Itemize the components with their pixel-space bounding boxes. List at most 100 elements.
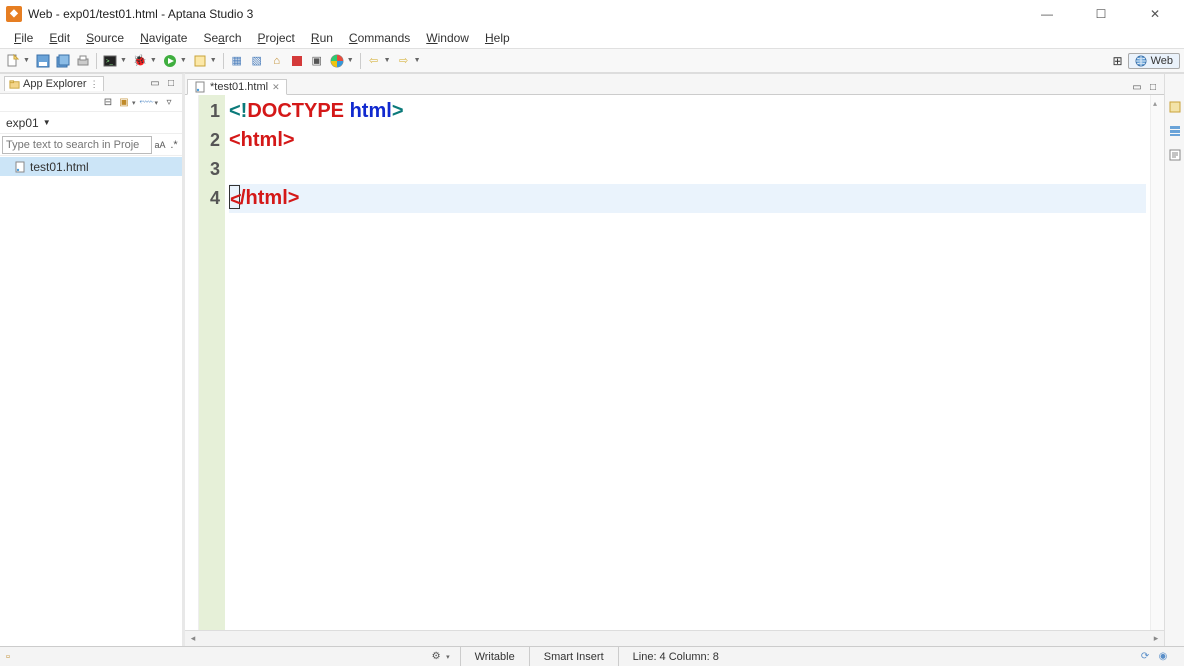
terminal-dropdown-icon[interactable]: ▼	[120, 57, 127, 64]
status-sync-icon[interactable]: ⟳	[1138, 650, 1152, 664]
new-dropdown-icon[interactable]: ▼	[23, 57, 30, 64]
globe-icon	[1135, 55, 1147, 67]
tab-close-icon[interactable]: ✕	[272, 82, 280, 93]
view-pin-icon[interactable]: ⋮	[90, 79, 99, 90]
app-explorer-view: App Explorer ⋮ ▭ □ ⊟ ▣ ▾ ⬳ ▾ ▿ exp01 ▼ a…	[0, 73, 185, 646]
print-icon[interactable]	[74, 52, 92, 70]
script-icon[interactable]	[191, 52, 209, 70]
menu-run[interactable]: Run	[303, 29, 341, 47]
status-updates-icon[interactable]: ◉	[1156, 650, 1170, 664]
horizontal-scrollbar[interactable]: ◂ ▸	[185, 630, 1164, 646]
line-gutter: 1 2 3 4	[199, 95, 225, 630]
right-trim-strip	[1164, 73, 1184, 646]
overview-ruler[interactable]: ▴	[1150, 95, 1164, 630]
minimize-button[interactable]: —	[1032, 4, 1062, 24]
line-number: 1	[199, 97, 220, 126]
view-maximize-icon[interactable]: □	[164, 77, 178, 91]
project-selector[interactable]: exp01 ▼	[0, 112, 182, 134]
view-title: App Explorer	[23, 78, 87, 90]
save-icon[interactable]	[34, 52, 52, 70]
status-cursor-position: Line: 4 Column: 8	[618, 647, 733, 666]
forward-icon[interactable]: ⇨	[395, 52, 413, 70]
link-dropdown-icon[interactable]: ▾	[154, 99, 158, 107]
menu-edit[interactable]: Edit	[41, 29, 78, 47]
editor-minimize-icon[interactable]: ▭	[1130, 80, 1144, 94]
menu-navigate[interactable]: Navigate	[132, 29, 195, 47]
maximize-button[interactable]: ☐	[1086, 4, 1116, 24]
link-icon[interactable]: ⬳	[139, 96, 153, 110]
menu-source[interactable]: Source	[78, 29, 132, 47]
code-line-4: </html>	[229, 184, 1146, 213]
samples-icon[interactable]	[1168, 124, 1182, 138]
grid1-icon[interactable]: ▦	[228, 52, 246, 70]
snippets-icon[interactable]	[1168, 148, 1182, 162]
regex-icon[interactable]: .*	[168, 138, 180, 152]
terminal-icon[interactable]: >_	[101, 52, 119, 70]
project-name: exp01	[6, 116, 39, 130]
status-bar: ▫ ⚙ ▾ Writable Smart Insert Line: 4 Colu…	[0, 646, 1184, 666]
html-file-icon	[14, 161, 26, 173]
editor-body[interactable]: 1 2 3 4 <!DOCTYPE html> <html> </html> ▴	[185, 95, 1164, 630]
debug-icon[interactable]: 🐞	[131, 52, 149, 70]
svg-text:>_: >_	[106, 59, 114, 65]
code-area[interactable]: <!DOCTYPE html> <html> </html>	[225, 95, 1150, 630]
menu-file[interactable]: File	[6, 29, 41, 47]
code-line-3	[229, 155, 1146, 184]
menu-help[interactable]: Help	[477, 29, 518, 47]
status-gear-dropdown-icon[interactable]: ▾	[446, 653, 450, 661]
toolbar-separator	[360, 53, 361, 69]
editor-tab[interactable]: *test01.html ✕	[187, 79, 287, 95]
menu-bar: File Edit Source Navigate Search Project…	[0, 27, 1184, 49]
tree-file-item[interactable]: test01.html	[0, 157, 182, 176]
project-search-input[interactable]	[2, 136, 152, 154]
menu-project[interactable]: Project	[250, 29, 303, 47]
status-left-icon[interactable]: ▫	[6, 647, 24, 666]
scroll-left-icon[interactable]: ◂	[185, 633, 201, 644]
line-number: 2	[199, 126, 220, 155]
stop-icon[interactable]	[288, 52, 306, 70]
open-perspective-icon[interactable]: ⊞	[1110, 54, 1126, 68]
main-toolbar: ▼ >_ ▼ 🐞 ▼ ▼ ▼ ▦ ▧ ⌂ ▣ ▼ ⇦ ▼ ⇨ ▼ ⊞ Web	[0, 49, 1184, 73]
script-dropdown-icon[interactable]: ▼	[210, 57, 217, 64]
home-icon[interactable]: ⌂	[268, 52, 286, 70]
menu-window[interactable]: Window	[418, 29, 477, 47]
toolbar-separator	[223, 53, 224, 69]
status-gear-icon[interactable]: ⚙	[429, 650, 443, 664]
toolbar-separator	[96, 53, 97, 69]
code-line-2: <html>	[229, 126, 1146, 155]
line-number: 3	[199, 155, 220, 184]
editor-maximize-icon[interactable]: □	[1146, 80, 1160, 94]
editor-tab-label: *test01.html	[210, 81, 268, 93]
debug-dropdown-icon[interactable]: ▼	[150, 57, 157, 64]
filter-icon[interactable]: ▣	[308, 52, 326, 70]
view-menu-icon[interactable]: ▿	[162, 96, 176, 110]
code-line-1: <!DOCTYPE html>	[229, 97, 1146, 126]
color-dropdown-icon[interactable]: ▼	[347, 57, 354, 64]
menu-search[interactable]: Search	[195, 29, 249, 47]
back-dropdown-icon[interactable]: ▼	[384, 57, 391, 64]
new-icon[interactable]	[4, 52, 22, 70]
run-dropdown-icon[interactable]: ▼	[180, 57, 187, 64]
status-writable: Writable	[460, 647, 529, 666]
collapse-all-icon[interactable]: ⊟	[101, 96, 115, 110]
save-all-icon[interactable]	[54, 52, 72, 70]
scroll-right-icon[interactable]: ▸	[1148, 633, 1164, 644]
grid2-icon[interactable]: ▧	[248, 52, 266, 70]
window-title: Web - exp01/test01.html - Aptana Studio …	[28, 7, 1032, 21]
close-button[interactable]: ✕	[1140, 4, 1170, 24]
menu-commands[interactable]: Commands	[341, 29, 418, 47]
deploy-dropdown-icon[interactable]: ▾	[132, 99, 136, 107]
forward-dropdown-icon[interactable]: ▼	[414, 57, 421, 64]
outline-icon[interactable]	[1168, 100, 1182, 114]
app-explorer-tab[interactable]: App Explorer ⋮	[4, 76, 104, 91]
deploy-icon[interactable]: ▣	[117, 96, 131, 110]
title-bar: ◆ Web - exp01/test01.html - Aptana Studi…	[0, 0, 1184, 27]
color-icon[interactable]	[328, 52, 346, 70]
dropdown-icon: ▼	[43, 118, 51, 127]
run-icon[interactable]	[161, 52, 179, 70]
view-minimize-icon[interactable]: ▭	[148, 77, 162, 91]
perspective-web-button[interactable]: Web	[1128, 53, 1180, 69]
back-icon[interactable]: ⇦	[365, 52, 383, 70]
case-sensitive-icon[interactable]: aA	[154, 138, 166, 152]
app-icon: ◆	[6, 6, 22, 22]
